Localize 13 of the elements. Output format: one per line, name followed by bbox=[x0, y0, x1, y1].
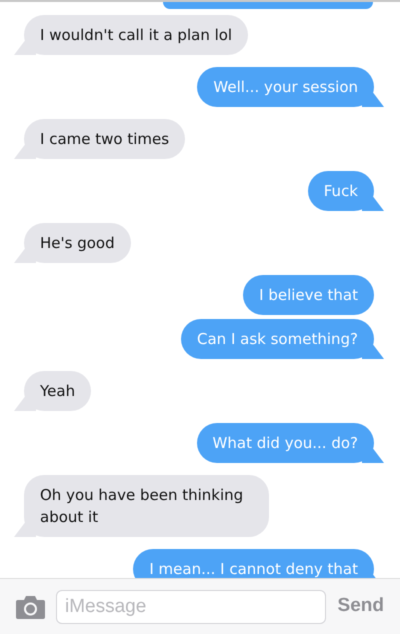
sent-message: What did you... do? bbox=[196, 423, 384, 463]
sent-message: Well... your session bbox=[197, 67, 384, 107]
sent-message: Can I ask something? bbox=[181, 319, 384, 359]
message-input[interactable]: iMessage bbox=[56, 590, 326, 624]
received-message: I came two times bbox=[14, 119, 186, 159]
received-message: I wouldn't call it a plan lol bbox=[14, 15, 248, 55]
received-message: Yeah bbox=[14, 371, 92, 411]
camera-icon[interactable] bbox=[15, 594, 46, 618]
received-message: He's good bbox=[14, 223, 131, 263]
sent-message: I believe that bbox=[243, 275, 384, 315]
send-button[interactable]: Send bbox=[336, 592, 386, 621]
received-message: Oh you have been thinking about it bbox=[14, 475, 269, 537]
sent-message: Fuck bbox=[308, 171, 384, 211]
